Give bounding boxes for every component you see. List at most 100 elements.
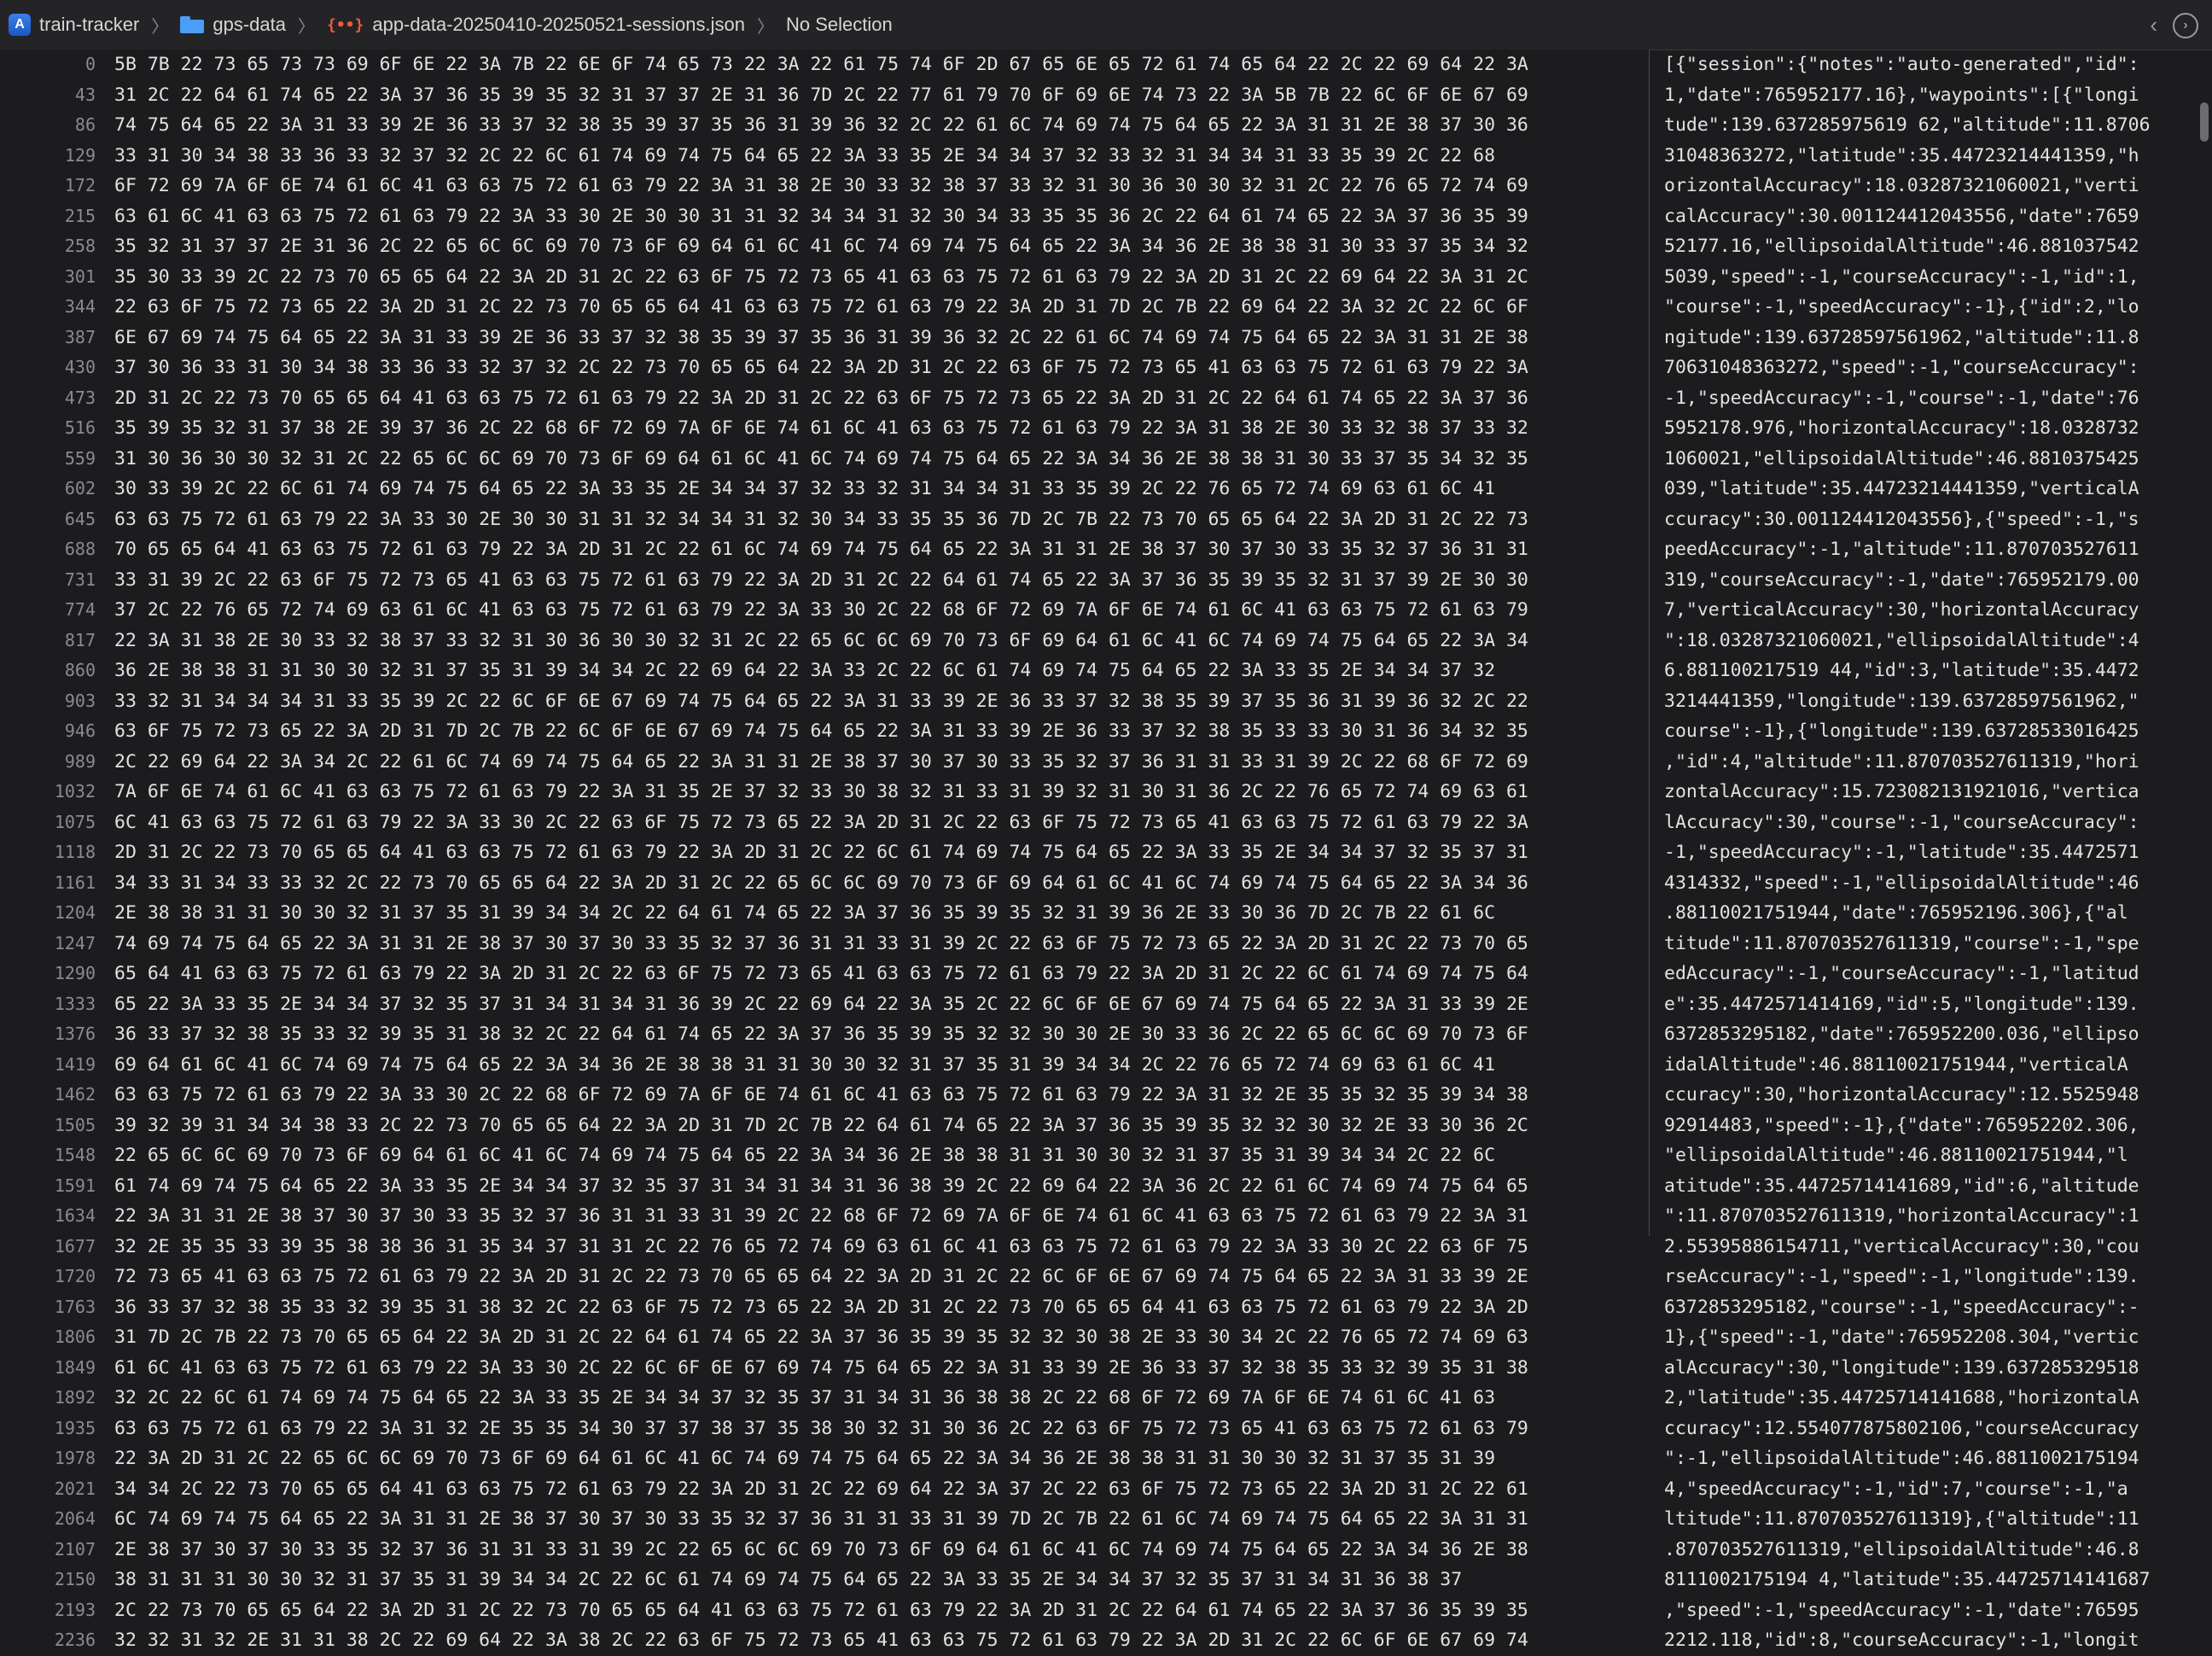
offset-label: 215 bbox=[64, 205, 96, 226]
offset-label: 1978 bbox=[54, 1448, 96, 1468]
ascii-row: ,"speed":-1,"speedAccuracy":-1,"date":76… bbox=[1664, 1599, 2139, 1621]
hex-row: 34 33 31 34 33 33 32 2C 22 73 70 65 65 6… bbox=[114, 872, 1528, 894]
hex-row: 72 73 65 41 63 63 75 72 61 63 79 22 3A 2… bbox=[114, 1266, 1528, 1287]
hex-row: 31 30 36 30 30 32 31 2C 22 65 6C 6C 69 7… bbox=[114, 447, 1528, 469]
ascii-row: 2,"latitude":35.44725714141688,"horizont… bbox=[1664, 1387, 2139, 1408]
ascii-row: course":-1},{"longitude":139.63728533016… bbox=[1664, 720, 2139, 742]
offset-label: 2021 bbox=[54, 1478, 96, 1499]
hex-row: 32 2C 22 6C 61 74 69 74 75 64 65 22 3A 3… bbox=[114, 1387, 1496, 1408]
hex-row: 35 30 33 39 2C 22 73 70 65 65 64 22 3A 2… bbox=[114, 265, 1528, 288]
breadcrumb-selection[interactable]: No Selection bbox=[786, 14, 893, 36]
offset-label: 1763 bbox=[54, 1296, 96, 1317]
breadcrumb-file-label: app-data-20250410-20250521-sessions.json bbox=[372, 14, 746, 35]
ascii-row: 6372853295182,"course":-1,"speedAccuracy… bbox=[1664, 1296, 2139, 1318]
offset-label: 946 bbox=[64, 720, 96, 741]
back-arrow-icon[interactable]: ‹ bbox=[2150, 12, 2157, 38]
offset-label: 1032 bbox=[54, 781, 96, 802]
hex-row: 69 64 61 6C 41 6C 74 69 74 75 64 65 22 3… bbox=[114, 1053, 1496, 1076]
ascii-row: peedAccuracy":-1,"altitude":11.870703527… bbox=[1664, 539, 2139, 560]
xcode-app-icon: A bbox=[9, 14, 31, 36]
hex-row: 33 32 31 34 34 34 31 33 35 39 2C 22 6C 6… bbox=[114, 690, 1528, 712]
hex-row: 33 31 39 2C 22 63 6F 75 72 73 65 41 63 6… bbox=[114, 569, 1528, 591]
hex-row: 63 61 6C 41 63 63 75 72 61 63 79 22 3A 3… bbox=[114, 205, 1528, 227]
ascii-row: zontalAccuracy":15.723082131921016,"vert… bbox=[1664, 781, 2139, 802]
hex-row: 6F 72 69 7A 6F 6E 74 61 6C 41 63 63 75 7… bbox=[114, 175, 1528, 196]
offset-label: 645 bbox=[64, 508, 96, 529]
offset-label: 1333 bbox=[54, 993, 96, 1014]
hex-row: 6E 67 69 74 75 64 65 22 3A 31 33 39 2E 3… bbox=[114, 326, 1528, 348]
ascii-row: calAccuracy":30.001124412043556,"date":7… bbox=[1664, 205, 2139, 227]
hex-row: 37 30 36 33 31 30 34 38 33 36 33 32 37 3… bbox=[114, 357, 1528, 378]
offset-label: 172 bbox=[64, 175, 96, 195]
ascii-row: 70631048363272,"speed":-1,"courseAccurac… bbox=[1664, 357, 2139, 378]
forward-circle-icon[interactable]: › bbox=[2173, 12, 2198, 38]
offset-label: 1591 bbox=[54, 1175, 96, 1196]
chevron-right-icon: 〉 bbox=[151, 17, 169, 37]
hex-row: 31 7D 2C 7B 22 73 70 65 65 64 22 3A 2D 3… bbox=[114, 1327, 1528, 1348]
hex-editor[interactable]: 0 43 86 129 172 215 258 301 344 387 430 473 516 559 60… bbox=[0, 50, 2212, 1651]
breadcrumb-file[interactable]: {••} app-data-20250410-20250521-sessions… bbox=[327, 14, 745, 36]
offset-label: 1247 bbox=[54, 932, 96, 953]
ascii-row: ccuracy":30.001124412043556},{"speed":-1… bbox=[1664, 508, 2139, 530]
offset-label: 1376 bbox=[54, 1023, 96, 1044]
ascii-row: ":11.870703527611319,"horizontalAccuracy… bbox=[1664, 1205, 2139, 1227]
ascii-row: tude":139.637285975619 62,"altitude":11.… bbox=[1664, 114, 2151, 136]
hex-row: 30 33 39 2C 22 6C 61 74 69 74 75 64 65 2… bbox=[114, 478, 1496, 499]
hex-row: 36 33 37 32 38 35 33 32 39 35 31 38 32 2… bbox=[114, 1023, 1528, 1045]
offset-label: 817 bbox=[64, 629, 96, 650]
ascii-row: -1,"speedAccuracy":-1,"course":-1,"date"… bbox=[1664, 387, 2139, 409]
hex-row: 5B 7B 22 73 65 73 73 69 6F 6E 22 3A 7B 2… bbox=[114, 54, 1528, 75]
ascii-row: "ellipsoidalAltitude":46.88110021751944,… bbox=[1664, 1145, 2128, 1166]
hex-row: 22 63 6F 75 72 73 65 22 3A 2D 31 2C 22 7… bbox=[114, 296, 1528, 318]
breadcrumb-project[interactable]: A train-tracker bbox=[0, 14, 139, 36]
hex-row: 35 39 35 32 31 37 38 2E 39 37 36 2C 22 6… bbox=[114, 417, 1528, 439]
hex-row: 7A 6F 6E 74 61 6C 41 63 63 75 72 61 63 7… bbox=[114, 781, 1528, 802]
offset-label: 1118 bbox=[54, 842, 96, 862]
offset-label: 2107 bbox=[54, 1538, 96, 1560]
ascii-row: 1},{"speed":-1,"date":765952208.304,"ver… bbox=[1664, 1327, 2139, 1348]
breadcrumb-project-label: train-tracker bbox=[39, 14, 140, 35]
ascii-row: ngitude":139.63728597561962,"altitude":1… bbox=[1664, 326, 2139, 348]
breadcrumb-folder[interactable]: gps-data bbox=[180, 14, 286, 36]
ascii-row: ltitude":11.870703527611319},{"altitude"… bbox=[1664, 1508, 2139, 1530]
offset-gutter: 0 43 86 129 172 215 258 301 344 387 430 473 516 559 60… bbox=[0, 50, 104, 1650]
ascii-row: 039,"latitude":35.44723214441359,"vertic… bbox=[1664, 478, 2139, 499]
offset-label: 86 bbox=[74, 114, 96, 135]
ascii-row: ,"id":4,"altitude":11.870703527611319,"h… bbox=[1664, 750, 2139, 773]
offset-label: 1548 bbox=[54, 1145, 96, 1165]
hex-row: 22 3A 31 31 2E 38 37 30 37 30 33 35 32 3… bbox=[114, 1205, 1528, 1227]
hex-row: 2D 31 2C 22 73 70 65 65 64 41 63 63 75 7… bbox=[114, 842, 1528, 863]
ascii-row: rseAccuracy":-1,"speed":-1,"longitude":1… bbox=[1664, 1266, 2139, 1287]
ascii-row: 4314332,"speed":-1,"ellipsoidalAltitude"… bbox=[1664, 872, 2139, 894]
ascii-row: "course":-1,"speedAccuracy":-1},{"id":2,… bbox=[1664, 296, 2139, 318]
ascii-row: atitude":35.44725714141689,"id":6,"altit… bbox=[1664, 1175, 2139, 1197]
navigation-controls: ‹ › bbox=[2134, 12, 2198, 38]
ascii-row: 92914483,"speed":-1},{"date":765952202.3… bbox=[1664, 1114, 2139, 1136]
ascii-row: ":-1,"ellipsoidalAltitude":46.8811002175… bbox=[1664, 1448, 2139, 1469]
hex-row: 37 2C 22 76 65 72 74 69 63 61 6C 41 63 6… bbox=[114, 599, 1528, 621]
vertical-scrollbar[interactable] bbox=[2200, 102, 2209, 142]
ascii-text-column[interactable]: [{"session":{"notes":"auto-generated","i… bbox=[1664, 50, 2193, 1651]
hex-row: 2E 38 37 30 37 30 33 35 32 37 36 31 31 3… bbox=[114, 1538, 1528, 1560]
offset-label: 344 bbox=[64, 296, 96, 317]
offset-label: 1161 bbox=[54, 872, 96, 893]
hex-row: 36 2E 38 38 31 31 30 30 32 31 37 35 31 3… bbox=[114, 660, 1496, 681]
offset-label: 1204 bbox=[54, 902, 96, 923]
ascii-row: -1,"speedAccuracy":-1,"latitude":35.4472… bbox=[1664, 842, 2139, 863]
hex-row: 63 63 75 72 61 63 79 22 3A 33 30 2C 22 6… bbox=[114, 1084, 1528, 1105]
offset-label: 258 bbox=[64, 236, 96, 256]
offset-label: 559 bbox=[64, 447, 96, 469]
hex-row: 61 74 69 74 75 64 65 22 3A 33 35 2E 34 3… bbox=[114, 1175, 1528, 1197]
offset-label: 387 bbox=[64, 326, 96, 347]
offset-label: 1892 bbox=[54, 1387, 96, 1408]
ascii-row: 2212.118,"id":8,"courseAccuracy":-1,"lon… bbox=[1664, 1630, 2139, 1651]
hex-byte-column[interactable]: 5B 7B 22 73 65 73 73 69 6F 6E 22 3A 7B 2… bbox=[104, 50, 1649, 1651]
hex-row: 33 31 30 34 38 33 36 33 32 37 32 2C 22 6… bbox=[114, 144, 1496, 166]
hex-row: 63 63 75 72 61 63 79 22 3A 31 32 2E 35 3… bbox=[114, 1417, 1528, 1439]
json-file-icon: {••} bbox=[326, 15, 364, 34]
ascii-row: 1060021,"ellipsoidalAltitude":46.8810375… bbox=[1664, 447, 2139, 469]
offset-label: 1505 bbox=[54, 1114, 96, 1135]
offset-label: 2064 bbox=[54, 1508, 96, 1529]
ascii-row: ccuracy":12.554077875802106,"courseAccur… bbox=[1664, 1417, 2139, 1439]
offset-label: 301 bbox=[64, 265, 96, 287]
